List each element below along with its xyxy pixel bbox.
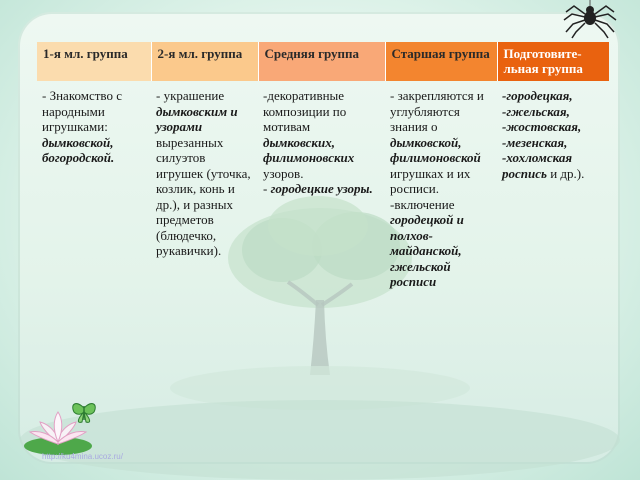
watermark-link[interactable]: http://ku4mina.ucoz.ru/ <box>42 452 123 461</box>
cell-text: игрушках и их росписи. <box>390 165 471 197</box>
cell-text: -жостовская, <box>502 119 582 134</box>
cell-text: вырезанных силуэтов игрушек (уточка, коз… <box>156 134 251 259</box>
header-cell: 2-я мл. группа <box>151 42 259 81</box>
cell-text: - украшение <box>156 88 225 103</box>
table-cell: - Знакомство с народными игрушками: дымк… <box>37 81 151 290</box>
cell-text: узоров. <box>263 165 304 181</box>
cell-text: -мезенская, <box>502 134 568 150</box>
table-row: - Знакомство с народными игрушками: дымк… <box>37 81 609 290</box>
cell-text: и др.). <box>546 165 585 181</box>
cell-text: дымковской, филимоновской <box>390 134 481 166</box>
cell-text: городецкой и полхов-майданской, гжельско… <box>390 212 464 289</box>
groups-table: 1-я мл. группа 2-я мл. группа Средняя гр… <box>37 42 609 290</box>
cell-text: -декоративные композиции по мотивам <box>263 88 347 134</box>
cell-text: - закрепляются и углубляются знания о <box>390 88 484 134</box>
header-cell: Средняя группа <box>258 42 386 81</box>
cell-text: -городецкая, <box>502 88 573 103</box>
cell-text: дымковской, богородской. <box>42 134 115 166</box>
table-cell: - закрепляются и углубляются знания о ды… <box>385 81 497 290</box>
header-cell: 1-я мл. группа <box>37 42 152 81</box>
cell-text: дымковских, филимоновских <box>263 134 355 166</box>
cell-text: -включение <box>390 196 455 212</box>
lotus-butterfly-icon <box>24 403 96 455</box>
cell-text: -гжельская, <box>502 103 570 119</box>
cell-text: - Знакомство с народными игрушками: <box>42 88 122 134</box>
table-cell: - украшение дымковским и узорами вырезан… <box>151 81 258 290</box>
table-cell: -городецкая, -гжельская, -жостовская, -мез… <box>497 81 609 290</box>
cell-text: - <box>263 181 271 196</box>
cell-text: дымковским и узорами <box>156 103 238 135</box>
spider-icon <box>563 0 617 39</box>
table-cell: -декоративные композиции по мотивам дымк… <box>258 81 385 290</box>
header-cell: Старшая группа <box>385 42 498 81</box>
cell-text: городецкие узоры. <box>270 181 373 196</box>
header-cell: Подготовите-льная группа <box>497 42 609 81</box>
header-row: 1-я мл. группа 2-я мл. группа Средняя гр… <box>37 42 609 81</box>
